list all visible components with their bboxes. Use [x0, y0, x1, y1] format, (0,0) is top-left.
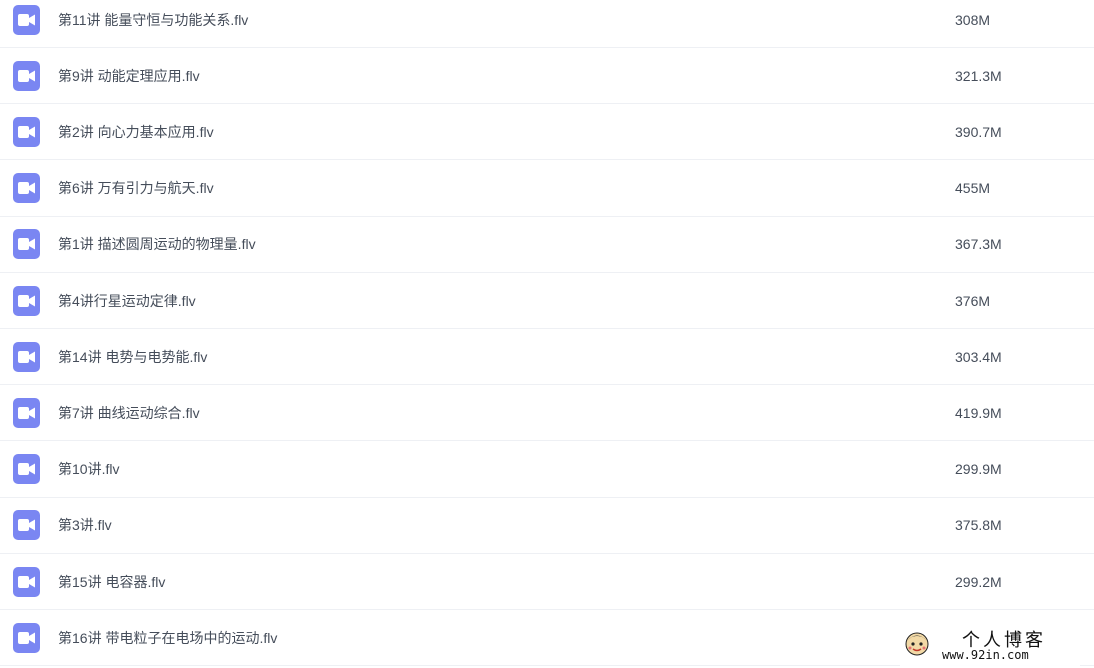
file-row[interactable]: 第10讲.flv 299.9M — [0, 442, 1094, 498]
file-size: 419.9M — [955, 404, 1002, 421]
file-name[interactable]: 第10讲.flv — [58, 459, 119, 479]
file-name[interactable]: 第14讲 电势与电势能.flv — [58, 347, 207, 367]
video-file-icon — [13, 510, 40, 541]
file-row[interactable]: 第4讲行星运动定律.flv 376M — [0, 273, 1094, 329]
file-size: 455M — [955, 180, 991, 197]
video-file-icon — [13, 60, 40, 91]
file-name[interactable]: 第9讲 动能定理应用.flv — [58, 66, 200, 86]
video-file-icon — [13, 173, 40, 204]
file-name[interactable]: 第15讲 电容器.flv — [58, 572, 165, 592]
video-file-icon — [13, 397, 40, 428]
file-name[interactable]: 第16讲 带电粒子在电场中的运动.flv — [58, 628, 277, 648]
video-file-icon — [13, 622, 40, 653]
video-file-icon — [13, 4, 40, 35]
file-row[interactable]: 第9讲 动能定理应用.flv 321.3M — [0, 48, 1094, 105]
file-row[interactable]: 第15讲 电容器.flv 299.2M — [0, 554, 1094, 610]
file-size: 367.3M — [955, 236, 1002, 253]
file-name[interactable]: 第7讲 曲线运动综合.flv — [58, 403, 200, 423]
file-size: 390.7M — [955, 123, 1002, 140]
file-size: 303.4M — [955, 348, 1002, 365]
file-row[interactable]: 第3讲.flv 375.8M — [0, 498, 1094, 554]
video-file-icon — [13, 341, 40, 372]
file-size: 299.2M — [955, 573, 1002, 590]
video-file-icon — [13, 454, 40, 485]
file-row[interactable]: 第2讲 向心力基本应用.flv 390.7M — [0, 104, 1094, 161]
video-file-icon — [13, 229, 40, 260]
file-row[interactable]: 第14讲 电势与电势能.flv 303.4M — [0, 329, 1094, 386]
file-row[interactable]: 第1讲 描述圆周运动的物理量.flv 367.3M — [0, 217, 1094, 273]
file-name[interactable]: 第4讲行星运动定律.flv — [58, 291, 196, 311]
file-name[interactable]: 第3讲.flv — [58, 515, 112, 535]
file-row[interactable]: 第7讲 曲线运动综合.flv 419.9M — [0, 385, 1094, 442]
video-file-icon — [13, 285, 40, 316]
file-row[interactable]: 第11讲 能量守恒与功能关系.flv 308M — [0, 0, 1094, 48]
file-name[interactable]: 第6讲 万有引力与航天.flv — [58, 178, 214, 198]
watermark: 个人博客 www.92in.com — [900, 626, 1080, 666]
file-size: 321.3M — [955, 67, 1002, 84]
file-size: 375.8M — [955, 517, 1002, 534]
file-size: 376M — [955, 292, 991, 309]
file-size: 308M — [955, 11, 991, 28]
file-row[interactable]: 第6讲 万有引力与航天.flv 455M — [0, 161, 1094, 217]
video-file-icon — [13, 116, 40, 147]
watermark-url: www.92in.com — [942, 648, 1029, 662]
file-name[interactable]: 第1讲 描述圆周运动的物理量.flv — [58, 234, 256, 254]
avatar-icon — [905, 632, 929, 656]
file-name[interactable]: 第2讲 向心力基本应用.flv — [58, 122, 214, 142]
file-list: 第11讲 能量守恒与功能关系.flv 308M 第9讲 动能定理应用.flv 321.… — [0, 0, 1094, 668]
video-file-icon — [13, 566, 40, 597]
file-size: 299.9M — [955, 461, 1002, 478]
file-name[interactable]: 第11讲 能量守恒与功能关系.flv — [58, 10, 248, 30]
